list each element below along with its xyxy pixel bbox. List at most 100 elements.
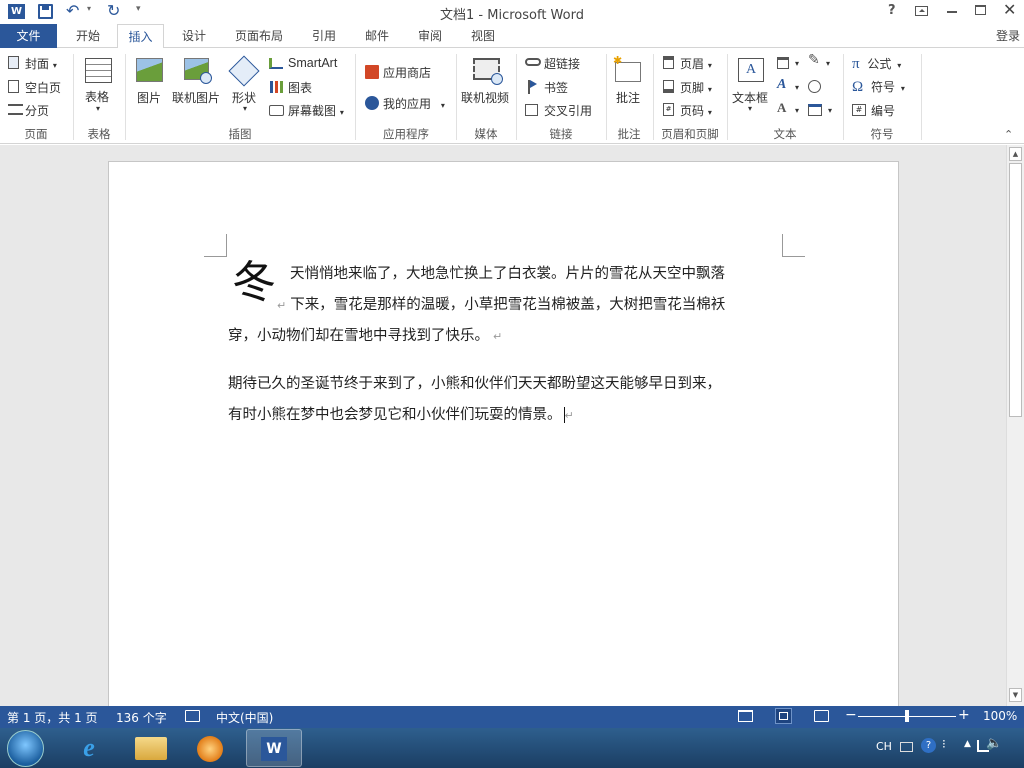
comment-label: 批注 <box>616 91 641 105</box>
keyboard-icon[interactable] <box>900 742 913 752</box>
symbol-button[interactable]: Ω 符号 ▾ <box>852 78 905 96</box>
numbering-button[interactable]: # 编号 <box>852 102 895 119</box>
numbering-icon: # <box>852 104 866 116</box>
vertical-scrollbar[interactable]: ▲ ▼ <box>1006 145 1024 706</box>
restore-icon[interactable] <box>975 5 986 15</box>
proofing-icon[interactable] <box>185 710 200 722</box>
customize-qat-icon[interactable]: ▾ <box>136 4 141 14</box>
minimize-icon[interactable] <box>947 11 957 13</box>
scroll-down-arrow-icon[interactable]: ▼ <box>1009 688 1022 702</box>
sign-in-link[interactable]: 登录 <box>992 24 1024 48</box>
object-button[interactable]: ▾ <box>808 102 832 116</box>
screenshot-button[interactable]: 屏幕截图 ▾ <box>269 102 344 119</box>
save-icon[interactable] <box>38 4 53 19</box>
page-count[interactable]: 第 1 页，共 1 页 <box>7 709 98 726</box>
table-button[interactable]: 表格 ▾ <box>84 56 114 118</box>
my-apps-button[interactable]: 我的应用 ▾ <box>365 95 445 112</box>
ime-options-icon[interactable]: ⁝ <box>942 737 946 751</box>
tab-review[interactable]: 审阅 <box>408 24 452 48</box>
undo-icon[interactable]: ↶ <box>66 1 79 20</box>
print-layout-icon[interactable] <box>775 708 792 724</box>
tab-home[interactable]: 开始 <box>66 24 110 48</box>
zoom-in-button[interactable]: + <box>958 707 970 723</box>
smartart-label: SmartArt <box>288 56 338 70</box>
collapse-ribbon-icon[interactable]: ⌃ <box>1004 128 1013 141</box>
omega-icon: Ω <box>852 79 864 95</box>
equation-button[interactable]: π 公式 ▾ <box>852 55 901 73</box>
tab-view[interactable]: 视图 <box>461 24 505 48</box>
zoom-level[interactable]: 100% <box>983 709 1017 723</box>
word-taskbar-icon: W <box>261 737 287 761</box>
tab-design[interactable]: 设计 <box>172 24 216 48</box>
zoom-slider-thumb[interactable] <box>905 710 909 722</box>
group-label-symbols: 符号 <box>870 127 894 141</box>
cover-page-button[interactable]: 封面 ▾ <box>8 55 57 72</box>
web-layout-icon[interactable] <box>814 710 829 722</box>
office-store-button[interactable]: 应用商店 <box>365 64 431 81</box>
tab-page-layout[interactable]: 页面布局 <box>228 24 290 48</box>
bookmark-label: 书签 <box>544 81 569 95</box>
paragraph-2-line-2-text: 有时小熊在梦中也会梦见它和小伙伴们玩耍的情景。 <box>228 407 562 423</box>
pi-icon: π <box>852 56 860 72</box>
new-comment-button[interactable]: ✱ 批注 <box>613 54 645 111</box>
smartart-button[interactable]: SmartArt <box>269 56 337 70</box>
tab-insert[interactable]: 插入 <box>117 24 164 49</box>
word-app-icon[interactable]: W <box>8 4 25 19</box>
chart-button[interactable]: 图表 <box>269 79 312 96</box>
wordart-button[interactable]: A ▾ <box>777 77 799 93</box>
text-box-button[interactable]: A 文本框 ▾ <box>732 56 772 118</box>
tab-mailings[interactable]: 邮件 <box>355 24 399 48</box>
hyperlink-button[interactable]: 超链接 <box>525 55 580 72</box>
file-explorer-icon[interactable] <box>135 737 167 760</box>
cover-page-dropdown-icon: ▾ <box>52 61 57 70</box>
online-pictures-button[interactable]: 联机图片 <box>172 56 224 111</box>
table-label: 表格 <box>85 90 110 104</box>
page-number-button[interactable]: # 页码 ▾ <box>663 102 712 119</box>
footer-button[interactable]: 页脚 ▾ <box>663 79 712 96</box>
volume-icon[interactable]: 🔈 <box>986 736 1002 751</box>
scroll-up-arrow-icon[interactable]: ▲ <box>1009 147 1022 161</box>
shapes-button[interactable]: 形状 ▾ <box>228 55 261 118</box>
document-page[interactable]: 冬 天悄悄地来临了，大地急忙换上了白衣裳。片片的雪花从天空中飘落 ↵ 下来，雪花是… <box>108 161 899 721</box>
bookmark-button[interactable]: 书签 <box>525 79 568 96</box>
online-video-label: 联机视频 <box>461 91 510 105</box>
online-video-button[interactable]: 联机视频 <box>461 56 513 111</box>
page-break-button[interactable]: 分页 <box>8 102 49 119</box>
drop-cap-dropdown-icon: ▾ <box>795 106 800 115</box>
footer-dropdown-icon: ▾ <box>707 85 712 94</box>
zoom-out-button[interactable]: − <box>845 707 857 723</box>
signature-line-button[interactable]: ✎ ▾ <box>808 52 830 69</box>
ime-indicator[interactable]: CH <box>876 740 892 753</box>
help-button[interactable]: ? <box>888 3 896 18</box>
header-icon <box>663 56 674 69</box>
close-icon[interactable]: ✕ <box>1003 0 1016 19</box>
undo-dropdown-icon[interactable]: ▾ <box>87 4 91 13</box>
blank-page-button[interactable]: 空白页 <box>8 79 61 96</box>
redo-icon[interactable]: ↻ <box>107 1 120 20</box>
tab-file[interactable]: 文件 <box>0 24 57 48</box>
quick-parts-icon <box>777 57 789 69</box>
cross-reference-button[interactable]: 交叉引用 <box>525 102 592 119</box>
quick-parts-button[interactable]: ▾ <box>777 55 799 69</box>
cover-page-label: 封面 <box>25 57 50 71</box>
internet-explorer-icon[interactable]: e <box>74 734 104 762</box>
drop-cap-letter: 冬 <box>232 257 276 308</box>
pictures-button[interactable]: 图片 <box>136 56 166 111</box>
scroll-thumb[interactable] <box>1009 163 1022 417</box>
language-indicator[interactable]: 中文(中国) <box>216 709 273 726</box>
header-button[interactable]: 页眉 ▾ <box>663 55 712 72</box>
shapes-icon <box>228 55 260 87</box>
paragraph-1-line-2-text: 下来，雪花是那样的温暖，小草把雪花当棉被盖，大树把雪花当棉袄 <box>290 297 726 313</box>
tab-references[interactable]: 引用 <box>302 24 346 48</box>
ribbon-display-options-icon[interactable] <box>915 6 928 16</box>
drop-cap-button[interactable]: A ▾ <box>777 100 800 116</box>
show-hidden-icons-icon[interactable]: ▲ <box>964 739 971 749</box>
ime-help-icon[interactable]: ? <box>921 738 936 753</box>
media-player-icon[interactable] <box>197 736 223 762</box>
status-bar: 第 1 页，共 1 页 136 个字 中文(中国) − + 100% <box>0 706 1024 728</box>
group-label-apps: 应用程序 <box>383 127 429 141</box>
read-mode-icon[interactable] <box>738 710 753 722</box>
start-button-icon[interactable] <box>7 730 44 767</box>
word-taskbar-button[interactable]: W <box>246 729 302 767</box>
word-count[interactable]: 136 个字 <box>116 709 167 726</box>
